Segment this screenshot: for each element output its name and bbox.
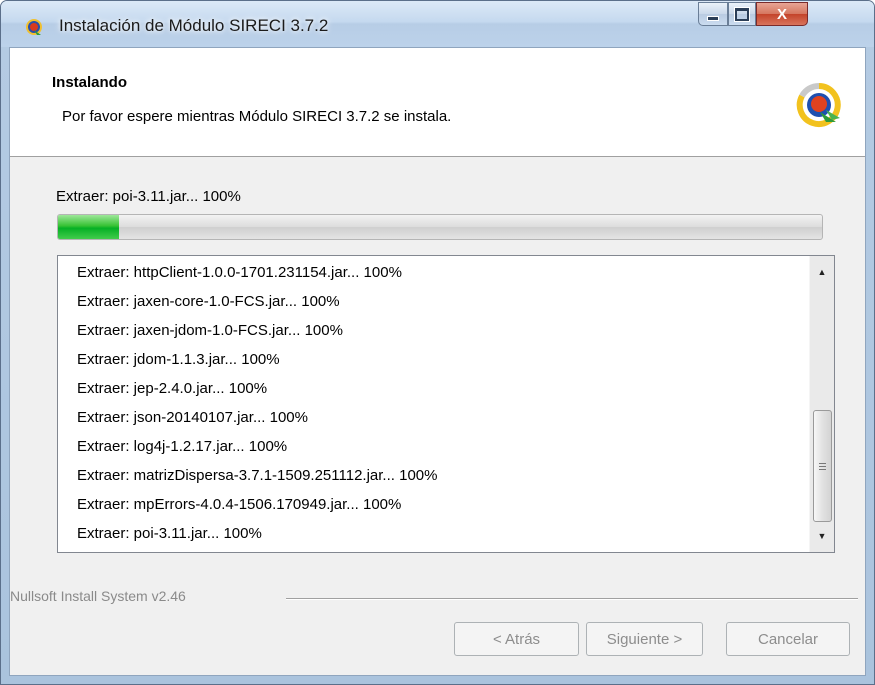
minimize-button[interactable]	[698, 2, 728, 26]
page-subtitle: Por favor espere mientras Módulo SIRECI …	[62, 108, 452, 125]
nsis-branding: Nullsoft Install System v2.46	[10, 588, 186, 604]
log-line: Extraer: jdom-1.1.3.jar... 100%	[77, 351, 280, 368]
header-panel: Instalando Por favor espere mientras Mód…	[10, 48, 865, 157]
cancel-button[interactable]: Cancelar	[726, 622, 850, 656]
back-button[interactable]: < Atrás	[454, 622, 579, 656]
maximize-icon	[735, 7, 749, 21]
log-line: Extraer: jep-2.4.0.jar... 100%	[77, 380, 268, 397]
scroll-thumb[interactable]	[813, 410, 832, 522]
log-line: Extraer: json-20140107.jar... 100%	[77, 409, 308, 426]
window-title: Instalación de Módulo SIRECI 3.7.2	[59, 16, 329, 35]
maximize-button[interactable]	[728, 2, 756, 26]
sireci-logo-icon	[796, 82, 841, 127]
close-button[interactable]: X	[756, 2, 808, 26]
log-line: Extraer: httpClient-1.0.0-1701.231154.ja…	[77, 264, 402, 281]
progress-bar	[57, 214, 823, 240]
scroll-down-button[interactable]: ▼	[810, 524, 834, 548]
page-title: Instalando	[52, 74, 128, 91]
log-line: Extraer: matrizDispersa-3.7.1-1509.25111…	[77, 467, 438, 484]
scroll-down-icon: ▼	[817, 531, 827, 541]
log-list: Extraer: httpClient-1.0.0-1701.231154.ja…	[58, 256, 808, 552]
progress-fill	[58, 215, 120, 239]
title-bar[interactable]: Instalación de Módulo SIRECI 3.7.2 X	[1, 1, 874, 47]
scroll-up-button[interactable]: ▲	[810, 260, 834, 284]
log-scrollbar[interactable]: ▲ ▼	[809, 256, 834, 552]
current-status: Extraer: poi-3.11.jar... 100%	[56, 188, 241, 205]
log-line: Extraer: log4j-1.2.17.jar... 100%	[77, 438, 288, 455]
installer-body: Instalando Por favor espere mientras Mód…	[9, 47, 866, 676]
log-line: Extraer: jaxen-core-1.0-FCS.jar... 100%	[77, 293, 340, 310]
grip-icon	[819, 462, 826, 470]
details-log[interactable]: Extraer: httpClient-1.0.0-1701.231154.ja…	[57, 255, 835, 553]
log-line: Extraer: jaxen-jdom-1.0-FCS.jar... 100%	[77, 322, 343, 339]
log-line: Extraer: mpErrors-4.0.4-1506.170949.jar.…	[77, 496, 402, 513]
app-icon	[26, 19, 42, 35]
minimize-icon	[707, 15, 719, 21]
scroll-up-icon: ▲	[817, 267, 827, 277]
log-line: Extraer: poi-3.11.jar... 100%	[77, 525, 262, 542]
close-icon: X	[776, 5, 787, 23]
next-button[interactable]: Siguiente >	[586, 622, 703, 656]
installer-window: Instalación de Módulo SIRECI 3.7.2 X Ins…	[0, 0, 875, 685]
footer-divider	[286, 598, 858, 600]
